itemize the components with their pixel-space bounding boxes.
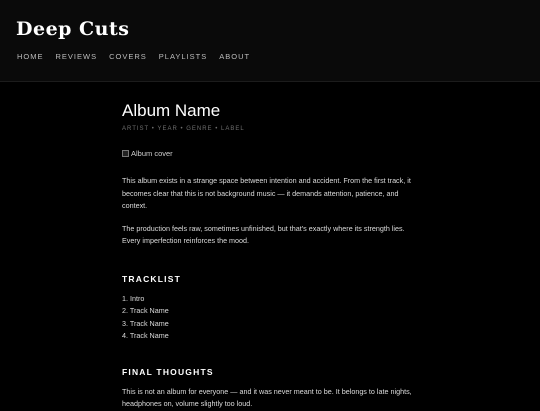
broken-image-icon (122, 150, 129, 157)
tracklist-heading: TRACKLIST (122, 273, 181, 284)
review-paragraph: The production feels raw, sometimes unfi… (122, 223, 405, 246)
main-nav: HOME REVIEWS COVERS PLAYLISTS ABOUT (17, 52, 250, 61)
track-item: 4. Track Name (122, 331, 169, 341)
album-cover-alt-text: Album cover (131, 149, 173, 158)
nav-reviews[interactable]: REVIEWS (56, 52, 98, 61)
nav-about[interactable]: ABOUT (219, 52, 250, 61)
track-item: 1. Intro (122, 293, 145, 303)
track-item: 3. Track Name (122, 318, 169, 328)
site-logo[interactable]: Deep Cuts (16, 18, 129, 40)
nav-covers[interactable]: COVERS (109, 52, 147, 61)
final-thoughts-heading: FINAL THOUGHTS (122, 366, 214, 377)
site-header: Deep Cuts HOME REVIEWS COVERS PLAYLISTS … (0, 0, 540, 82)
album-cover-image: Album cover (122, 149, 422, 158)
nav-playlists[interactable]: PLAYLISTS (159, 52, 207, 61)
album-meta: ARTIST • YEAR • GENRE • LABEL (122, 126, 245, 132)
final-thoughts-paragraph: This is not an album for everyone — and … (122, 386, 412, 409)
track-item: 2. Track Name (122, 306, 169, 316)
review-paragraph: This album exists in a strange space bet… (122, 176, 411, 210)
album-title: Album Name (122, 101, 221, 120)
nav-home[interactable]: HOME (17, 52, 44, 61)
tracklist: 1. Intro 2. Track Name 3. Track Name 4. … (122, 293, 422, 343)
review-article: Album Name ARTIST • YEAR • GENRE • LABEL… (122, 100, 422, 411)
